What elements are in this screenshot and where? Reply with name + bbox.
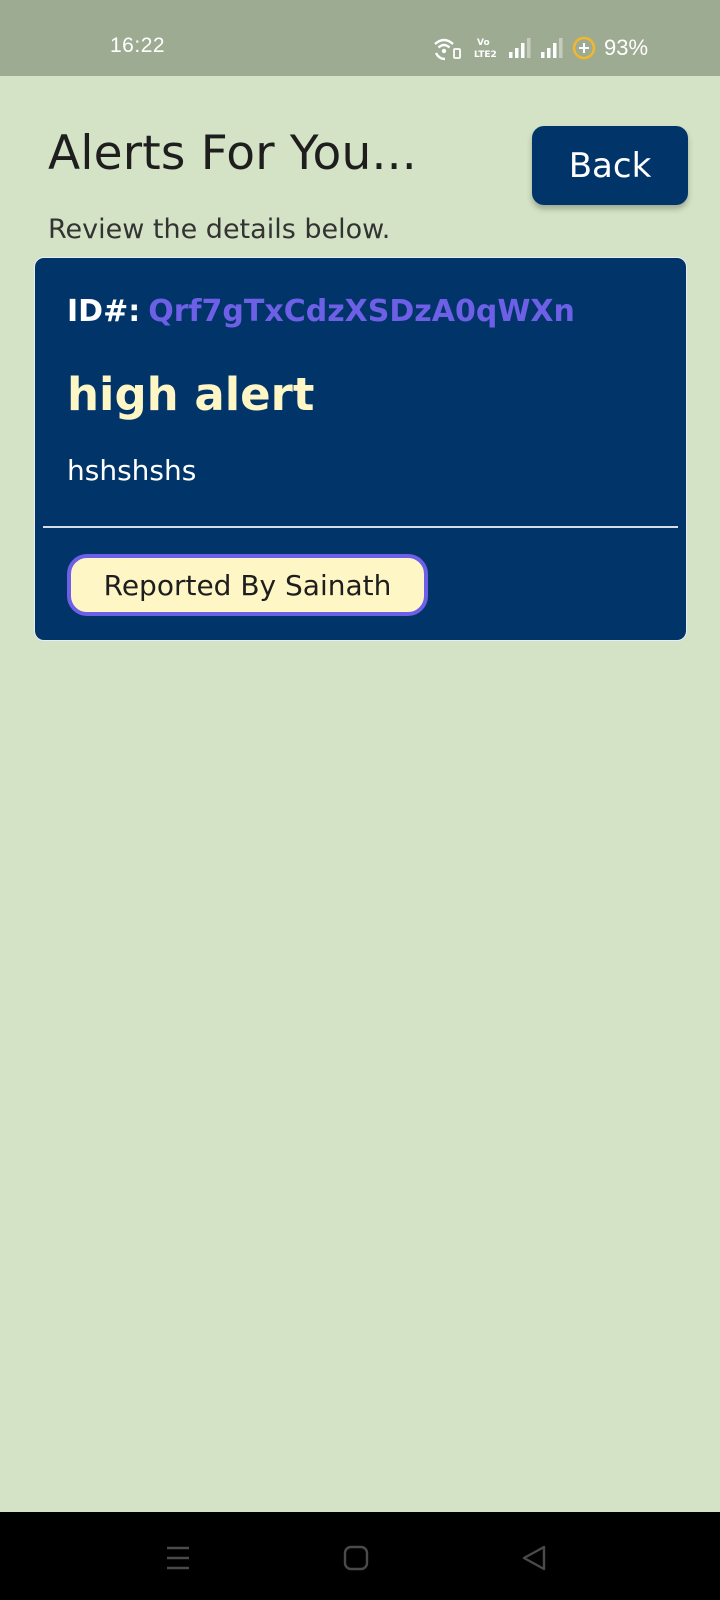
reporter-badge: Reported By Sainath bbox=[67, 554, 428, 616]
signal-icon bbox=[540, 36, 566, 60]
battery-saver-icon bbox=[572, 36, 596, 60]
alert-description: hshshshs bbox=[67, 454, 197, 487]
alert-id-label: ID#: bbox=[67, 294, 141, 329]
signal-icon bbox=[508, 36, 534, 60]
wifi-calling-icon bbox=[432, 35, 466, 61]
status-icons: Vo LTE2 93% bbox=[432, 34, 648, 62]
page-subtitle: Review the details below. bbox=[48, 214, 391, 245]
menu-icon[interactable] bbox=[156, 1536, 200, 1580]
alert-id-row: ID#: Qrf7gTxCdzXSDzA0qWXn bbox=[67, 294, 575, 329]
page-title: Alerts For You... bbox=[48, 126, 417, 181]
svg-text:Vo: Vo bbox=[477, 38, 490, 48]
back-icon[interactable] bbox=[512, 1536, 556, 1580]
battery-percentage: 93% bbox=[604, 35, 649, 60]
alert-id-value: Qrf7gTxCdzXSDzA0qWXn bbox=[148, 294, 575, 329]
back-button[interactable]: Back bbox=[532, 126, 688, 205]
alert-title: high alert bbox=[67, 368, 315, 421]
status-time: 16:22 bbox=[110, 34, 166, 57]
card-divider bbox=[43, 526, 678, 528]
volte-icon: Vo LTE2 bbox=[472, 35, 502, 61]
status-bar: 16:22 Vo LTE2 93% bbox=[0, 0, 720, 76]
alert-card: ID#: Qrf7gTxCdzXSDzA0qWXn high alert hshs… bbox=[34, 257, 687, 641]
navigation-bar bbox=[0, 1512, 720, 1600]
home-icon[interactable] bbox=[334, 1536, 378, 1580]
svg-text:LTE2: LTE2 bbox=[474, 50, 497, 60]
